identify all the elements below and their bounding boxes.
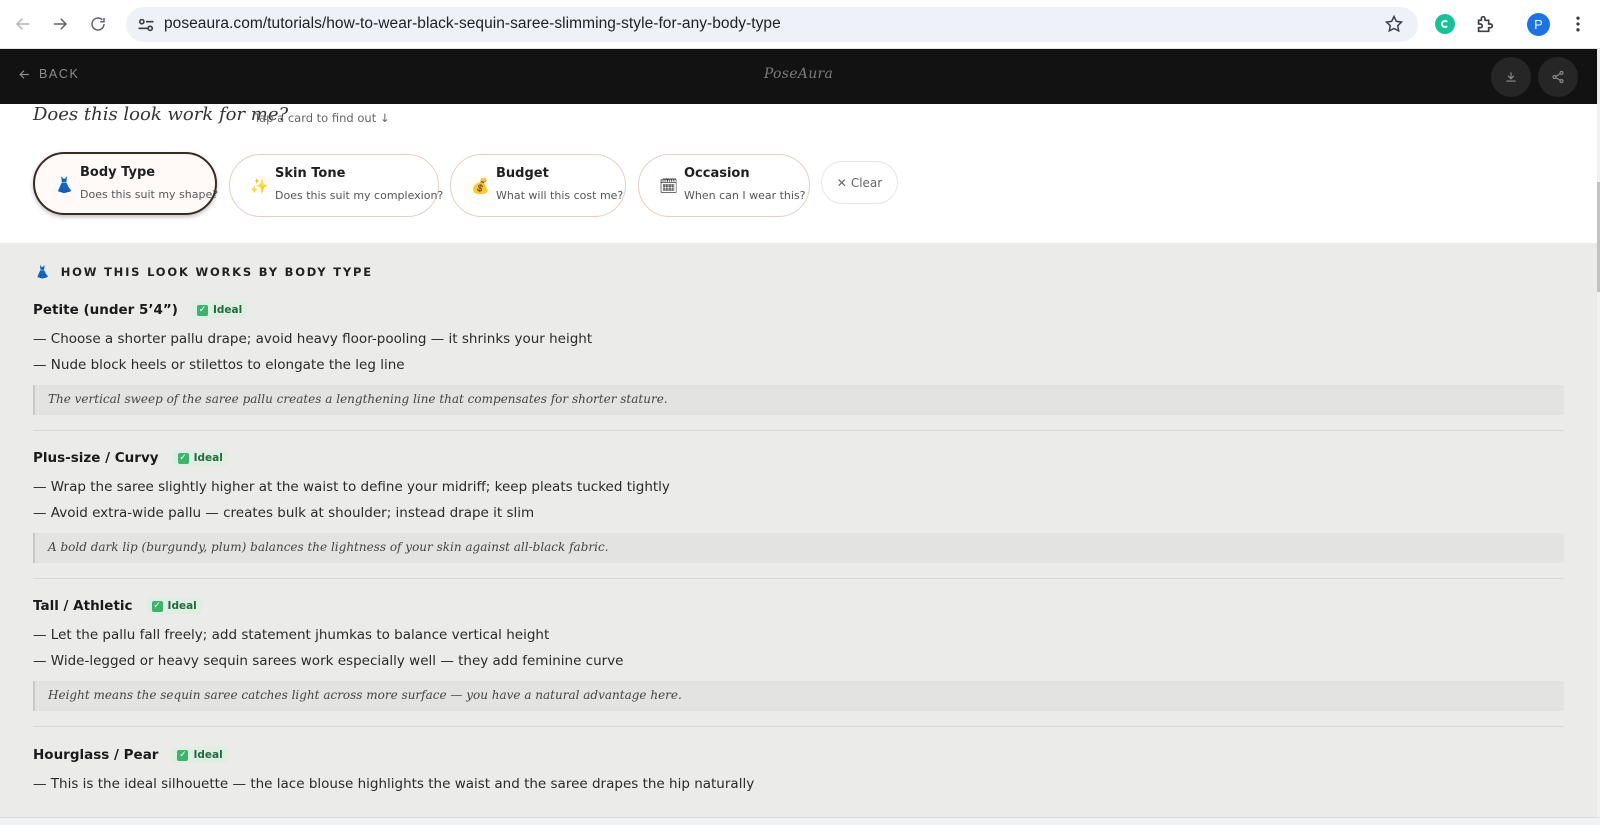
profile-avatar[interactable]: P xyxy=(1527,13,1550,36)
download-button[interactable] xyxy=(1491,57,1531,97)
card-budget[interactable]: 💰 Budget What will this cost me? xyxy=(450,154,626,217)
block-title: Petite (under 5’4”) xyxy=(33,302,178,318)
card-title: Skin Tone xyxy=(275,166,346,181)
body-type-block-petite: Petite (under 5’4”) ✓ Ideal — Choose a sh… xyxy=(33,300,1564,435)
bookmark-star-icon[interactable] xyxy=(1384,14,1404,34)
card-subtitle: What will this cost me? xyxy=(496,189,624,202)
extensions-puzzle-icon[interactable] xyxy=(1474,13,1496,35)
share-icon xyxy=(1552,70,1564,84)
card-subtitle: When can I wear this? xyxy=(684,189,806,202)
share-button[interactable] xyxy=(1538,57,1578,97)
forward-arrow-icon[interactable] xyxy=(47,11,73,37)
card-skin-tone[interactable]: ✨ Skin Tone Does this suit my complexion… xyxy=(229,154,443,217)
divider xyxy=(33,726,1564,727)
question-hint: Tap a card to find out ↓ xyxy=(254,111,390,125)
check-icon: ✓ xyxy=(151,600,163,612)
url-text[interactable]: poseaura.com/tutorials/how-to-wear-black… xyxy=(164,15,781,33)
block-title: Tall / Athletic xyxy=(33,598,133,614)
card-title: Body Type xyxy=(80,165,156,180)
tip-item: — Choose a shorter pallu drape; avoid he… xyxy=(33,331,593,347)
block-note: The vertical sweep of the saree pallu cr… xyxy=(33,385,1564,415)
tip-item: — Wide-legged or heavy sequin sarees wor… xyxy=(33,653,624,669)
section-heading: 👗 HOW THIS LOOK WORKS BY BODY TYPE xyxy=(35,265,373,279)
check-icon: ✓ xyxy=(177,452,189,464)
divider xyxy=(33,578,1564,579)
reload-icon[interactable] xyxy=(85,11,111,37)
ideal-badge: ✓ Ideal xyxy=(172,450,228,466)
card-subtitle: Does this suit my shape? xyxy=(80,188,219,201)
card-title: Occasion xyxy=(684,166,750,181)
back-arrow-icon[interactable] xyxy=(10,11,36,37)
tip-item: — Nude block heels or stilettos to elong… xyxy=(33,357,405,373)
question-panel: Does this look work for me? Tap a card t… xyxy=(0,104,1597,243)
body-type-block-hourglass: Hourglass / Pear ✓ Ideal — This is the id… xyxy=(33,745,1564,817)
tip-item: — Let the pallu fall freely; add stateme… xyxy=(33,627,550,643)
clear-label: Clear xyxy=(850,175,883,190)
grammarly-extension-icon[interactable] xyxy=(1435,14,1455,34)
check-icon: ✓ xyxy=(177,749,189,761)
block-note: A bold dark lip (burgundy, plum) balance… xyxy=(33,533,1564,563)
app-header: BACK PoseAura xyxy=(0,49,1597,104)
ideal-badge: ✓ Ideal xyxy=(191,302,248,318)
brand-logo: PoseAura xyxy=(763,66,834,82)
block-title: Hourglass / Pear xyxy=(33,747,159,763)
block-note: Height means the sequin saree catches li… xyxy=(33,681,1564,711)
dress-icon: 👗 xyxy=(35,265,52,279)
sparkle-icon: ✨ xyxy=(250,177,269,195)
clear-button[interactable]: ✕ Clear xyxy=(821,161,898,204)
tip-item: — This is the ideal silhouette — the lac… xyxy=(33,776,755,792)
divider xyxy=(33,430,1564,431)
tip-item: — Avoid extra-wide pallu — creates bulk … xyxy=(33,505,535,521)
ideal-badge: ✓ Ideal xyxy=(146,598,202,614)
calendar-icon: 🗓 xyxy=(659,177,679,195)
card-body-type[interactable]: 👗 Body Type Does this suit my shape? xyxy=(33,152,219,215)
block-title: Plus-size / Curvy xyxy=(33,450,159,466)
section-heading-text: HOW THIS LOOK WORKS BY BODY TYPE xyxy=(60,265,373,279)
ideal-badge: ✓ Ideal xyxy=(172,747,228,763)
browser-menu-icon[interactable] xyxy=(1568,14,1588,34)
question-title: Does this look work for me? xyxy=(33,104,289,125)
download-icon xyxy=(1506,72,1516,82)
close-icon: ✕ xyxy=(836,175,847,190)
body-type-block-curvy: Plus-size / Curvy ✓ Ideal — Wrap the sare… xyxy=(33,448,1564,583)
body-type-block-tall: Tall / Athletic ✓ Ideal — Let the pallu f… xyxy=(33,596,1564,731)
dress-icon: 👗 xyxy=(55,176,74,194)
check-icon: ✓ xyxy=(196,304,208,316)
browser-toolbar: poseaura.com/tutorials/how-to-wear-black… xyxy=(0,0,1600,49)
address-bar[interactable]: poseaura.com/tutorials/how-to-wear-black… xyxy=(126,7,1418,42)
card-occasion[interactable]: 🗓 Occasion When can I wear this? xyxy=(638,154,810,217)
money-bag-icon: 💰 xyxy=(471,177,490,195)
card-title: Budget xyxy=(496,166,549,181)
card-subtitle: Does this suit my complexion? xyxy=(275,189,444,202)
tip-item: — Wrap the saree slightly higher at the … xyxy=(33,479,670,495)
os-taskbar xyxy=(0,817,1600,825)
site-info-icon[interactable] xyxy=(136,15,156,35)
